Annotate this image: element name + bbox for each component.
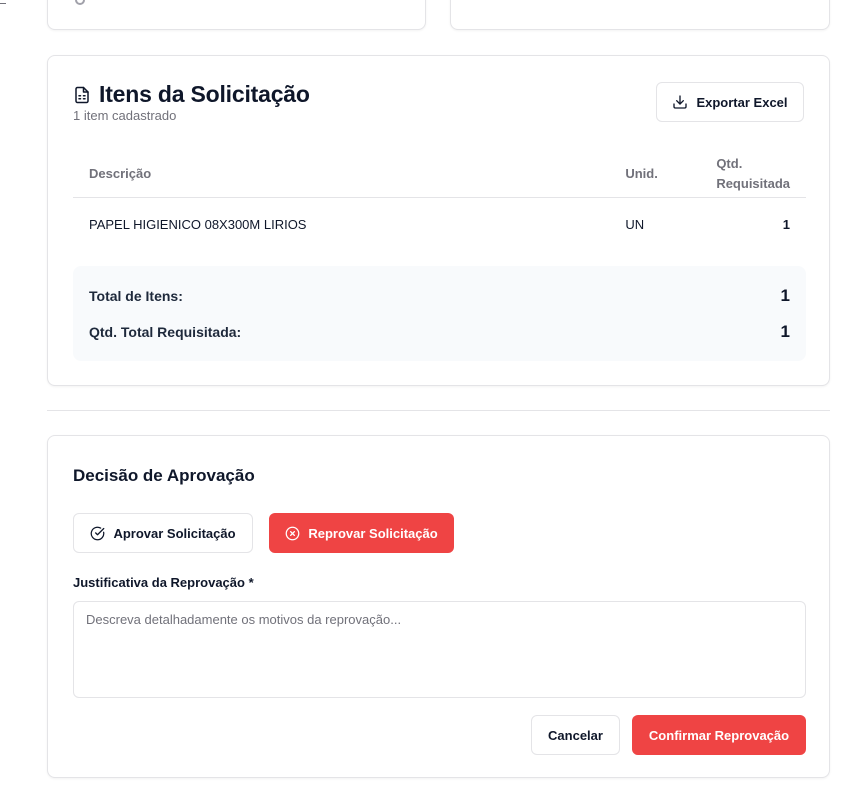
cell-descricao: PAPEL HIGIENICO 08X300M LIRIOS — [89, 216, 307, 232]
info-card-right — [450, 0, 830, 30]
x-circle-icon — [285, 526, 300, 540]
approval-card: Decisão de Aprovação Aprovar Solicitação… — [47, 435, 830, 778]
items-card: Itens da Solicitação 1 item cadastrado E… — [47, 55, 830, 386]
items-table: Descrição Unid. Qtd. Requisitada PAPEL H… — [73, 152, 806, 251]
total-itens-row: Total de Itens: 1 — [89, 286, 790, 306]
table-row[interactable]: PAPEL HIGIENICO 08X300M LIRIOS UN 1 — [73, 197, 806, 251]
justification-textarea[interactable] — [73, 601, 806, 698]
total-itens-label: Total de Itens: — [89, 288, 183, 304]
edge-mark — [0, 0, 6, 4]
column-header-unid[interactable]: Unid. — [609, 152, 690, 198]
total-itens-value: 1 — [780, 286, 790, 305]
info-card-left — [47, 0, 426, 30]
cell-unid: UN — [625, 216, 645, 232]
items-title: Itens da Solicitação — [99, 81, 310, 107]
column-header-qtd-line1: Qtd. — [716, 156, 743, 172]
export-excel-label: Exportar Excel — [696, 94, 788, 110]
file-spreadsheet-icon — [75, 86, 89, 103]
qtd-total-row: Qtd. Total Requisitada: 1 — [89, 322, 790, 342]
table-header-row: Descrição Unid. Qtd. Requisitada — [73, 152, 806, 198]
qtd-total-value: 1 — [780, 322, 790, 341]
column-header-descricao[interactable]: Descrição — [73, 152, 610, 198]
cell-qtd: 1 — [782, 216, 790, 232]
qtd-total-label: Qtd. Total Requisitada: — [89, 324, 242, 340]
approve-label: Aprovar Solicitação — [113, 525, 236, 541]
column-header-qtd[interactable]: Qtd. Requisitada — [689, 152, 806, 198]
section-divider — [47, 410, 830, 411]
approve-button[interactable]: Aprovar Solicitação — [73, 513, 253, 553]
cancel-button[interactable]: Cancelar — [531, 715, 620, 755]
approval-title: Decisão de Aprovação — [73, 466, 255, 485]
export-excel-button[interactable]: Exportar Excel — [656, 82, 804, 122]
items-header: Itens da Solicitação — [73, 81, 310, 108]
reject-button[interactable]: Reprovar Solicitação — [269, 513, 454, 553]
items-count: 1 item cadastrado — [73, 108, 177, 123]
download-icon — [673, 95, 688, 109]
column-header-qtd-line2: Requisitada — [716, 176, 790, 192]
status-icon — [75, 0, 85, 5]
check-circle-icon — [91, 526, 105, 540]
confirm-rejection-button[interactable]: Confirmar Reprovação — [632, 715, 806, 755]
totals-summary: Total de Itens: 1 Qtd. Total Requisitada… — [73, 266, 806, 361]
justification-label: Justificativa da Reprovação * — [73, 575, 254, 590]
reject-label: Reprovar Solicitação — [308, 525, 438, 541]
